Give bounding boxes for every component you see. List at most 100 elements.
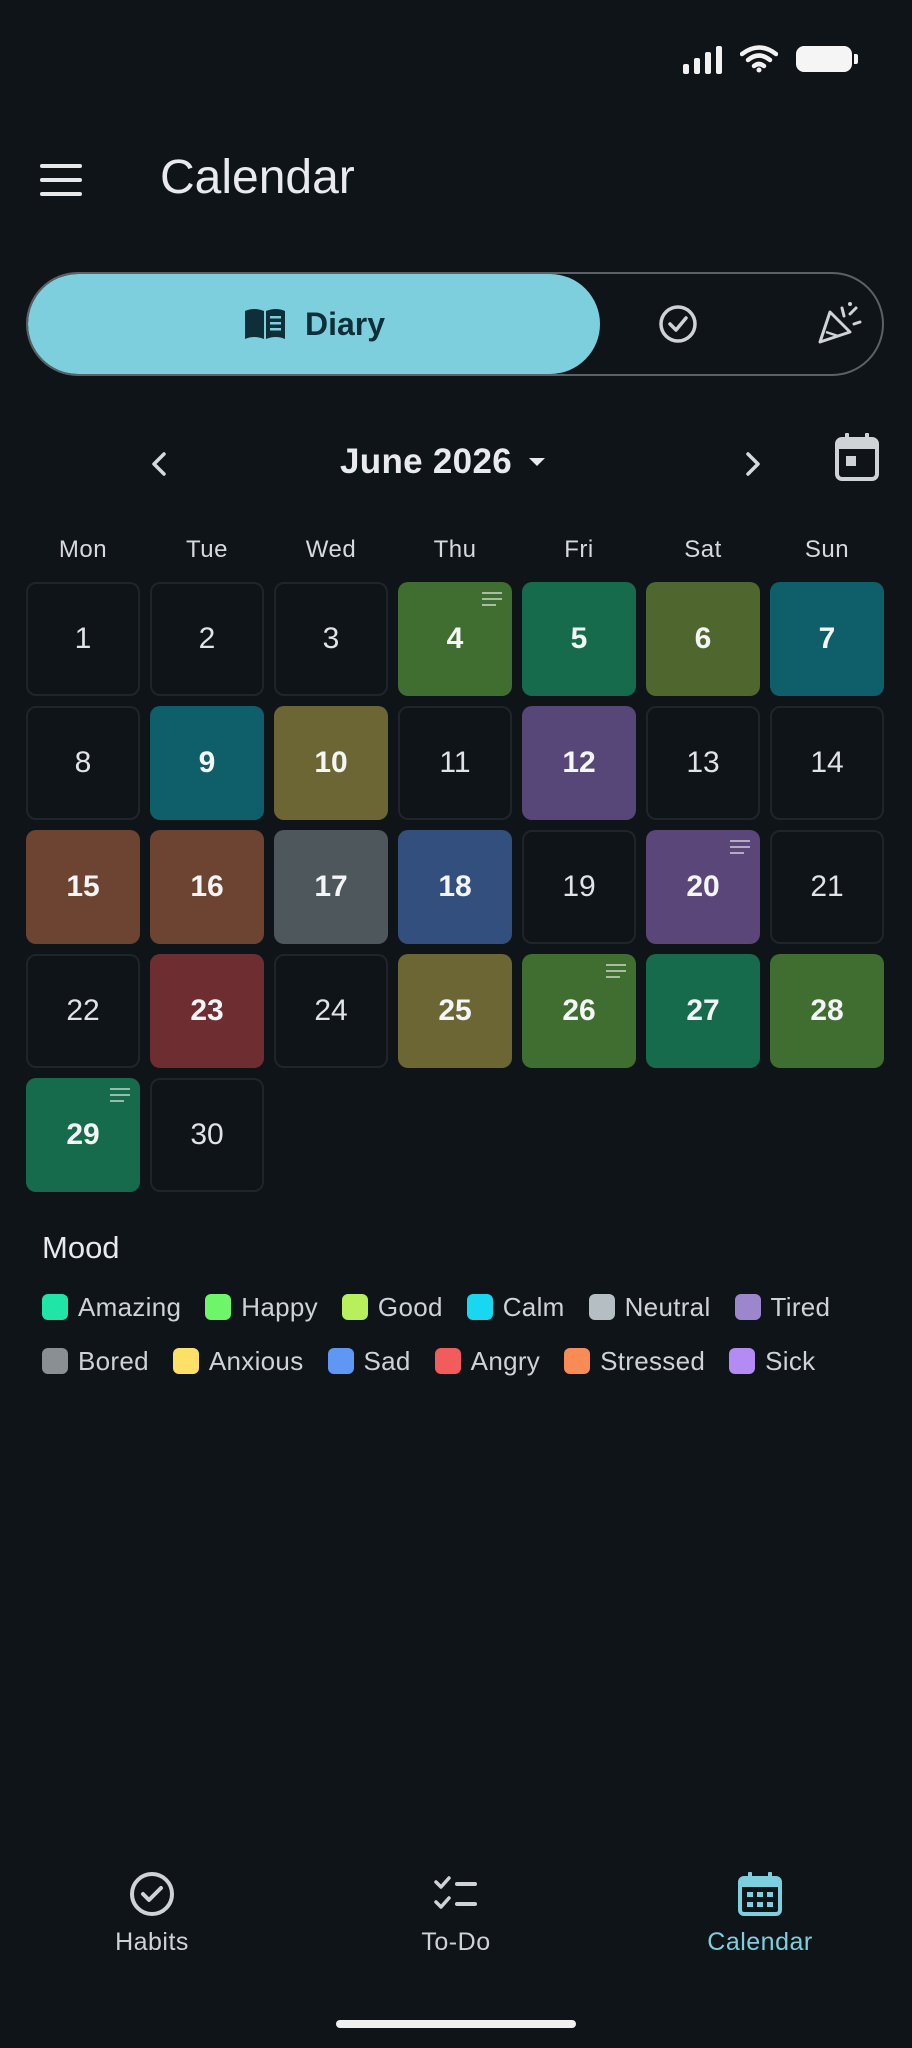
day-cell[interactable]: 18 — [398, 830, 512, 944]
day-cell[interactable]: 14 — [770, 706, 884, 820]
legend-label: Bored — [78, 1345, 149, 1376]
day-number: 25 — [438, 994, 472, 1027]
nav-calendar[interactable]: Calendar — [660, 1870, 860, 1957]
day-cell[interactable]: 7 — [770, 582, 884, 696]
note-icon — [482, 592, 502, 606]
legend-label: Tired — [770, 1291, 831, 1322]
app-header: Calendar — [0, 140, 912, 220]
legend-swatch — [327, 1348, 354, 1374]
nav-todo[interactable]: To-Do — [356, 1870, 556, 1957]
day-number: 4 — [446, 622, 464, 655]
battery-icon — [796, 46, 858, 72]
tab-habits-check-icon[interactable] — [650, 296, 706, 352]
day-number: 8 — [74, 746, 92, 779]
legend-label: Good — [377, 1291, 443, 1322]
weekday-label: Thu — [433, 536, 477, 563]
legend-swatch — [734, 1294, 761, 1320]
legend-item: Good — [341, 1291, 443, 1323]
legend-swatch — [42, 1348, 68, 1374]
day-cell[interactable]: 1 — [26, 582, 140, 696]
legend-label: Sad — [363, 1345, 411, 1376]
chevron-right-icon[interactable] — [732, 444, 772, 484]
legend-label: Anxious — [208, 1345, 304, 1376]
day-number: 28 — [810, 994, 844, 1027]
day-cell[interactable]: 26 — [522, 954, 636, 1068]
legend-item: Neutral — [588, 1292, 711, 1323]
legend-label: Sick — [765, 1345, 816, 1376]
day-number: 1 — [74, 622, 92, 655]
day-number: 10 — [314, 746, 348, 779]
tab-celebration-icon[interactable] — [810, 296, 866, 352]
day-cell[interactable]: 4 — [398, 582, 512, 696]
day-number: 11 — [439, 746, 471, 779]
weekday-label: Tue — [186, 536, 228, 563]
page-title: Calendar — [160, 151, 355, 204]
tab-diary[interactable]: Diary — [28, 274, 600, 374]
day-cell[interactable]: 11 — [398, 706, 512, 820]
nav-habits[interactable]: Habits — [52, 1870, 252, 1957]
calendar-today-icon[interactable] — [832, 430, 882, 484]
day-cell[interactable]: 20 — [646, 830, 760, 944]
legend-swatch — [42, 1294, 68, 1320]
day-cell[interactable]: 19 — [522, 830, 636, 944]
month-picker[interactable]: June 2026 — [340, 436, 548, 488]
day-cell[interactable]: 6 — [646, 582, 760, 696]
weekday-label: Sun — [804, 536, 850, 563]
day-cell[interactable]: 29 — [26, 1078, 140, 1192]
day-cell[interactable]: 13 — [646, 706, 760, 820]
day-number: 27 — [686, 994, 720, 1027]
home-indicator — [336, 2020, 576, 2028]
day-cell[interactable]: 16 — [150, 830, 264, 944]
mood-legend: Amazing Happy Good Calm Neutral Tired Bored Anx… — [42, 1290, 882, 1398]
day-number: 21 — [810, 870, 844, 903]
month-label: June 2026 — [340, 442, 512, 481]
day-cell[interactable]: 17 — [274, 830, 388, 944]
day-cell[interactable]: 10 — [274, 706, 388, 820]
day-number: 18 — [438, 870, 472, 903]
day-cell[interactable]: 12 — [522, 706, 636, 820]
day-cell[interactable]: 21 — [770, 830, 884, 944]
open-book-icon — [244, 309, 285, 339]
day-number: 30 — [190, 1118, 224, 1151]
day-cell[interactable]: 28 — [770, 954, 884, 1068]
day-number: 17 — [314, 870, 348, 903]
legend-swatch — [205, 1294, 232, 1320]
day-cell[interactable]: 5 — [522, 582, 636, 696]
day-number: 24 — [314, 994, 348, 1027]
calendar-grid: 1 2 3 4 5 6 7 8 9 10 11 12 13 14 15 16 17 18 19 20 21 22 23 24 2… — [26, 582, 886, 1192]
day-cell[interactable]: 27 — [646, 954, 760, 1068]
legend-item: Bored — [42, 1346, 149, 1377]
wifi-icon — [740, 45, 778, 73]
day-cell[interactable]: 9 — [150, 706, 264, 820]
chevron-left-icon[interactable] — [140, 444, 180, 484]
legend-label: Calm — [502, 1291, 565, 1322]
legend-item: Tired — [734, 1291, 831, 1323]
legend-label: Stressed — [600, 1345, 706, 1376]
day-cell[interactable]: 15 — [26, 830, 140, 944]
day-number: 26 — [562, 994, 596, 1027]
day-cell[interactable]: 22 — [26, 954, 140, 1068]
day-cell[interactable]: 2 — [150, 582, 264, 696]
day-cell[interactable]: 3 — [274, 582, 388, 696]
legend-item: Sick — [729, 1346, 815, 1377]
day-number: 12 — [562, 746, 596, 779]
legend-row: Bored Anxious Sad Angry Stressed Sick — [42, 1344, 882, 1378]
day-number: 20 — [686, 870, 720, 903]
day-number: 19 — [562, 870, 596, 903]
dropdown-arrow-icon — [528, 458, 545, 466]
day-cell[interactable]: 8 — [26, 706, 140, 820]
legend-item: Calm — [466, 1291, 565, 1323]
calendar-icon — [738, 1872, 782, 1916]
day-cell[interactable]: 24 — [274, 954, 388, 1068]
weekday-label: Mon — [58, 536, 108, 563]
day-cell[interactable]: 25 — [398, 954, 512, 1068]
day-cell[interactable]: 30 — [150, 1078, 264, 1192]
month-navigation: June 2026 — [0, 430, 912, 494]
weekday-label: Wed — [305, 536, 357, 563]
day-number: 7 — [818, 622, 836, 655]
legend-label: Happy — [241, 1291, 318, 1322]
legend-item: Sad — [327, 1345, 411, 1377]
day-number: 13 — [686, 746, 720, 779]
hamburger-menu-icon[interactable] — [40, 164, 82, 196]
day-cell[interactable]: 23 — [150, 954, 264, 1068]
